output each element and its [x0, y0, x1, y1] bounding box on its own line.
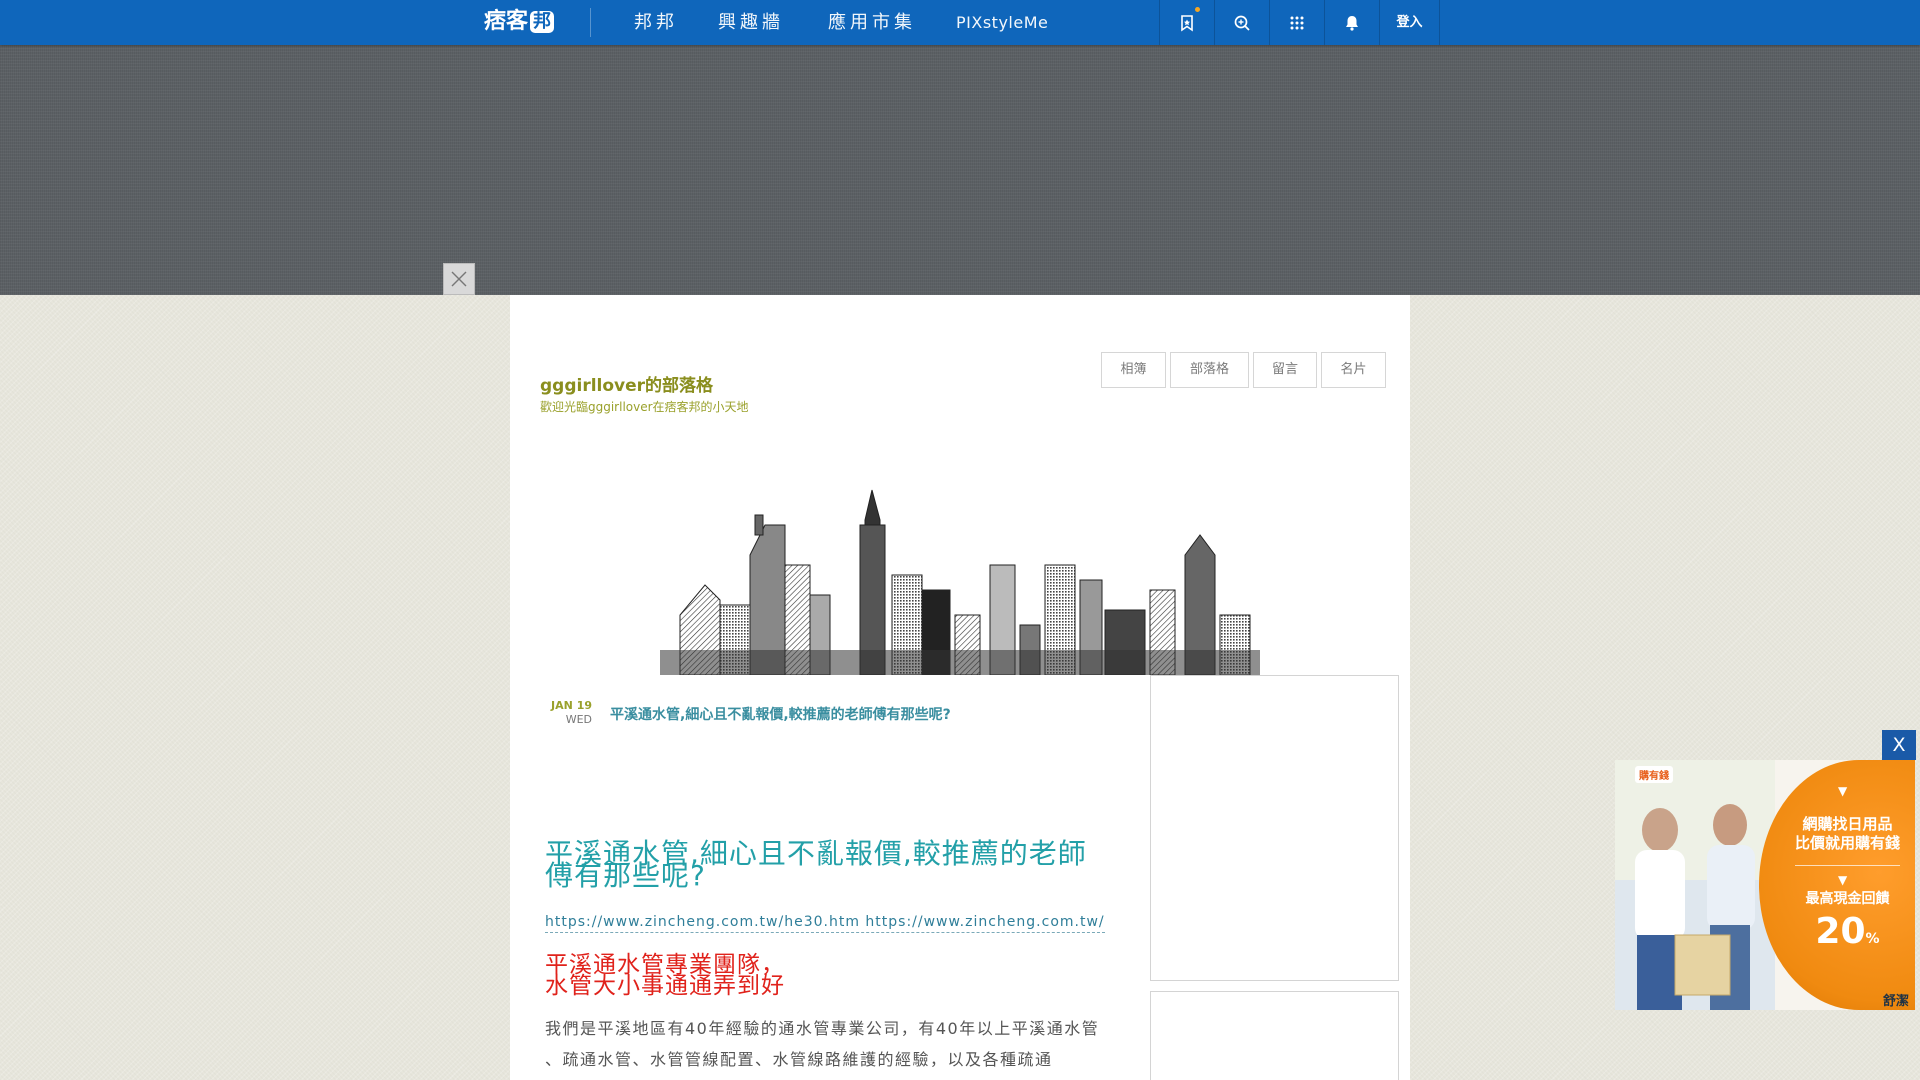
- article-title: 平溪通水管,細心且不亂報價,較推薦的老師傅有那些呢?: [545, 837, 1087, 892]
- chevron-down-icon: ▼: [1838, 784, 1848, 798]
- ad-brand: 舒潔: [1883, 994, 1910, 1009]
- nav-link-pixstyleme[interactable]: PIXstyleMe: [956, 0, 1048, 45]
- blog-subtitle: 歡迎光臨gggirllover在痞客邦的小天地: [540, 400, 749, 414]
- apps-grid-icon: [1290, 16, 1304, 29]
- tab-blog[interactable]: 部落格: [1170, 352, 1249, 388]
- bookmark-icon: [1181, 14, 1193, 32]
- article-link-1[interactable]: https://www.zincheng.com.tw/he30.htm: [545, 914, 860, 930]
- float-ad-close-button[interactable]: X: [1882, 730, 1916, 760]
- nav-divider: [590, 8, 591, 37]
- search-icon: [1234, 15, 1250, 31]
- ad-photo: [1615, 760, 1775, 1010]
- ad-line-1a: 網購找日用品: [1802, 815, 1893, 833]
- article-link-2[interactable]: https://www.zincheng.com.tw/: [865, 914, 1104, 930]
- logo-bubble: 邦: [530, 11, 555, 33]
- header-skyline-image: [660, 465, 1260, 675]
- pixnet-logo[interactable]: 痞客 邦: [484, 8, 560, 36]
- red-heading-line-2: 水管大小事通通弄到好: [545, 973, 785, 999]
- post-weekday: WED: [565, 713, 592, 726]
- ad-orange-circle: [1759, 760, 1915, 1010]
- ad-logo: 購有錢: [1635, 766, 1673, 783]
- ad-percent: 20%: [1780, 910, 1915, 961]
- search-button[interactable]: [1214, 0, 1269, 45]
- post-date: JAN 19 WED: [544, 699, 592, 727]
- article-links: https://www.zincheng.com.tw/he30.htm htt…: [545, 914, 1105, 933]
- nav-link-app-market[interactable]: 應用市集: [828, 0, 916, 45]
- tab-profile-card[interactable]: 名片: [1321, 352, 1386, 388]
- ad-line-2: 最高現金回饋: [1805, 891, 1890, 907]
- close-icon: [451, 271, 467, 287]
- ad-percent-value: 20: [1815, 911, 1866, 952]
- ad-line-1b: 比價就用購有錢: [1794, 834, 1900, 852]
- top-ad-banner[interactable]: [0, 45, 1920, 295]
- post-title-link[interactable]: 平溪通水管,細心且不亂報價,較推薦的老師傅有那些呢?: [610, 704, 951, 724]
- ad-divider: [1795, 865, 1900, 866]
- sidebar-ad-box[interactable]: [1150, 675, 1399, 981]
- ad-line-1: 網購找日用品 比價就用購有錢: [1780, 815, 1915, 853]
- nav-link-interest-wall[interactable]: 興趣牆: [718, 0, 784, 45]
- chevron-down-icon: ▼: [1838, 873, 1848, 887]
- banner-close-button[interactable]: [443, 263, 475, 295]
- post-month-day: JAN 19: [551, 699, 592, 712]
- login-button[interactable]: 登入: [1379, 0, 1440, 45]
- logo-text: 痞客: [484, 9, 529, 34]
- bell-icon: [1346, 15, 1358, 31]
- red-heading: 平溪通水管專業團隊， 水管大小事通通弄到好: [545, 954, 945, 999]
- article-body: 我們是平溪地區有40年經驗的通水管專業公司，有40年以上平溪通水管 、疏通水管、…: [545, 1019, 1100, 1069]
- blog-container: gggirllover的部落格 歡迎光臨gggirllover在痞客邦的小天地 …: [510, 295, 1410, 1080]
- bookmark-button[interactable]: [1159, 0, 1214, 45]
- tab-guestbook[interactable]: 留言: [1253, 352, 1317, 388]
- notifications-button[interactable]: [1324, 0, 1379, 45]
- notification-dot: [1195, 7, 1200, 12]
- tab-album[interactable]: 相簿: [1101, 352, 1166, 388]
- blog-title[interactable]: gggirllover的部落格: [540, 371, 713, 396]
- top-nav-bar: 痞客 邦 邦邦 興趣牆 應用市集 PIXstyleMe 登入: [0, 0, 1920, 45]
- nav-link-bangbang[interactable]: 邦邦: [634, 0, 678, 45]
- apps-button[interactable]: [1269, 0, 1324, 45]
- floating-ad[interactable]: 購有錢 ▼ 網購找日用品 比價就用購有錢 ▼ 最高現金回饋 20% 舒潔: [1615, 760, 1915, 1010]
- sidebar-ad-box-2[interactable]: [1150, 991, 1399, 1080]
- ad-percent-sign: %: [1865, 931, 1880, 947]
- blog-tabs: 相簿 部落格 留言 名片: [1101, 352, 1386, 388]
